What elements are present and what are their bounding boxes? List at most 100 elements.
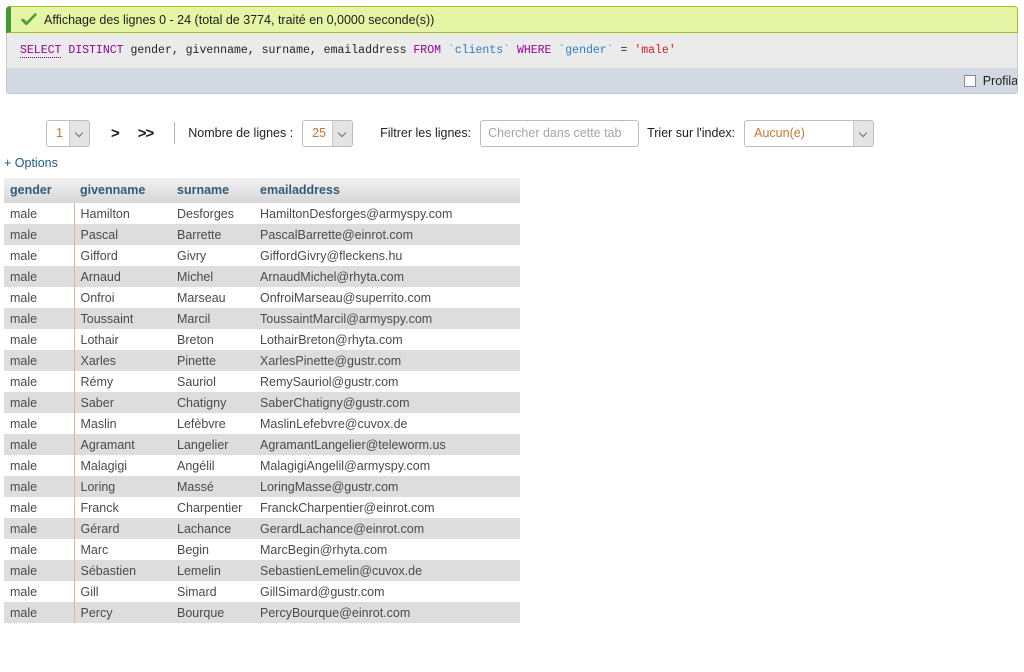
cell-emailaddress: MarcBegin@rhyta.com	[254, 539, 520, 560]
cell-givenname: Malagigi	[74, 455, 171, 476]
options-row: + Options	[0, 153, 1024, 178]
cell-givenname: Marc	[74, 539, 171, 560]
cell-gender: male	[4, 602, 75, 623]
table-body: male Hamilton Desforges HamiltonDesforges@a…	[4, 203, 520, 623]
cell-surname: Pinette	[171, 350, 254, 371]
cell-surname: Desforges	[171, 203, 254, 224]
table-row[interactable]: male Gill Simard GillSimard@gustr.com	[4, 581, 520, 602]
table-row[interactable]: male Franck Charpentier FranckCharpentier@e…	[4, 497, 520, 518]
column-header-givenname[interactable]: givenname	[74, 178, 171, 203]
sql-token: =	[613, 44, 635, 57]
cell-surname: Marcil	[171, 308, 254, 329]
cell-surname: Givry	[171, 245, 254, 266]
cell-emailaddress: SebastienLemelin@cuvox.de	[254, 560, 520, 581]
table-row[interactable]: male Onfroi Marseau OnfroiMarseau@superrito…	[4, 287, 520, 308]
table-row[interactable]: male Gifford Givry GiffordGivry@fleckens.hu	[4, 245, 520, 266]
cell-surname: Lemelin	[171, 560, 254, 581]
cell-surname: Begin	[171, 539, 254, 560]
cell-givenname: Agramant	[74, 434, 171, 455]
cell-givenname: Saber	[74, 392, 171, 413]
cell-givenname: Lothair	[74, 329, 171, 350]
toggle-options-link[interactable]: + Options	[4, 156, 58, 170]
cell-emailaddress: PascalBarrette@einrot.com	[254, 224, 520, 245]
table-row[interactable]: male Xarles Pinette XarlesPinette@gustr.com	[4, 350, 520, 371]
table-header-row: gender givenname surname emailaddress	[4, 178, 520, 203]
cell-givenname: Hamilton	[74, 203, 171, 224]
cell-gender: male	[4, 413, 75, 434]
table-row[interactable]: male Rémy Sauriol RemySauriol@gustr.com	[4, 371, 520, 392]
table-row[interactable]: male Lothair Breton LothairBreton@rhyta.com	[4, 329, 520, 350]
cell-givenname: Onfroi	[74, 287, 171, 308]
table-row[interactable]: male Agramant Langelier AgramantLangelier@t…	[4, 434, 520, 455]
table-row[interactable]: male Percy Bourque PercyBourque@einrot.com	[4, 602, 520, 623]
sort-index-select[interactable]: Aucun(e)	[744, 119, 875, 147]
sql-query-text[interactable]: SELECT DISTINCT gender, givenname, surna…	[20, 44, 676, 58]
column-header-gender[interactable]: gender	[4, 178, 74, 203]
filter-rows-input[interactable]	[480, 119, 640, 147]
table-row[interactable]: male Maslin Lefèbvre MaslinLefebvre@cuvox.d…	[4, 413, 520, 434]
cell-emailaddress: PercyBourque@einrot.com	[254, 602, 520, 623]
column-header-emailaddress[interactable]: emailaddress	[254, 178, 520, 203]
cell-surname: Barrette	[171, 224, 254, 245]
table-row[interactable]: male Malagigi Angélil MalagigiAngelil@armys…	[4, 455, 520, 476]
sql-token: WHERE	[516, 44, 552, 57]
cell-surname: Simard	[171, 581, 254, 602]
cell-gender: male	[4, 224, 75, 245]
query-result-banner: Affichage des lignes 0 - 24 (total de 37…	[6, 6, 1018, 33]
cell-gender: male	[4, 329, 75, 350]
cell-surname: Charpentier	[171, 497, 254, 518]
column-header-surname[interactable]: surname	[171, 178, 254, 203]
cell-givenname: Sébastien	[74, 560, 171, 581]
cell-emailaddress: SaberChatigny@gustr.com	[254, 392, 520, 413]
cell-gender: male	[4, 497, 75, 518]
cell-givenname: Gill	[74, 581, 171, 602]
sql-token: `gender`	[558, 44, 614, 57]
cell-emailaddress: GillSimard@gustr.com	[254, 581, 520, 602]
cell-gender: male	[4, 203, 75, 224]
sql-token: gender, givenname, surname, emailaddress	[123, 44, 414, 57]
results-toolbar: 1 > >> Nombre de lignes : 25 Filtrer les…	[0, 113, 1024, 153]
cell-gender: male	[4, 455, 75, 476]
table-row[interactable]: male Marc Begin MarcBegin@rhyta.com	[4, 539, 520, 560]
profiling-checkbox-wrapper[interactable]: Profilage [	[963, 74, 1017, 88]
chevron-down-icon[interactable]	[332, 120, 353, 146]
cell-gender: male	[4, 350, 75, 371]
sort-index-value: Aucun(e)	[754, 126, 805, 140]
cell-emailaddress: ToussaintMarcil@armyspy.com	[254, 308, 520, 329]
cell-surname: Lefèbvre	[171, 413, 254, 434]
results-table: gender givenname surname emailaddress male H…	[4, 178, 520, 623]
table-row[interactable]: male Pascal Barrette PascalBarrette@einrot.…	[4, 224, 520, 245]
cell-givenname: Gérard	[74, 518, 171, 539]
cell-surname: Langelier	[171, 434, 254, 455]
cell-emailaddress: ArnaudMichel@rhyta.com	[254, 266, 520, 287]
chevron-down-icon[interactable]	[68, 120, 89, 146]
cell-givenname: Franck	[74, 497, 171, 518]
cell-gender: male	[4, 287, 75, 308]
cell-givenname: Loring	[74, 476, 171, 497]
table-row[interactable]: male Arnaud Michel ArnaudMichel@rhyta.com	[4, 266, 520, 287]
sql-token: 'male'	[634, 44, 676, 57]
cell-emailaddress: LothairBreton@rhyta.com	[254, 329, 520, 350]
next-page-button[interactable]: >	[107, 126, 123, 141]
check-icon	[21, 12, 37, 25]
cell-givenname: Xarles	[74, 350, 171, 371]
table-row[interactable]: male Gérard Lachance GerardLachance@einrot.…	[4, 518, 520, 539]
table-row[interactable]: male Saber Chatigny SaberChatigny@gustr.com	[4, 392, 520, 413]
rows-per-page-select[interactable]: 25	[302, 119, 354, 147]
table-row[interactable]: male Toussaint Marcil ToussaintMarcil@armys…	[4, 308, 520, 329]
page-number-value: 1	[56, 126, 63, 140]
page-number-select[interactable]: 1	[46, 119, 90, 147]
cell-surname: Michel	[171, 266, 254, 287]
cell-surname: Angélil	[171, 455, 254, 476]
table-row[interactable]: male Loring Massé LoringMasse@gustr.com	[4, 476, 520, 497]
last-page-button[interactable]: >>	[134, 126, 158, 141]
cell-surname: Chatigny	[171, 392, 254, 413]
cell-gender: male	[4, 560, 75, 581]
rows-per-page-value: 25	[312, 126, 327, 140]
profiling-checkbox[interactable]	[963, 74, 976, 87]
table-row[interactable]: male Sébastien Lemelin SebastienLemelin@cuv…	[4, 560, 520, 581]
chevron-down-icon[interactable]	[853, 120, 874, 146]
table-row[interactable]: male Hamilton Desforges HamiltonDesforges@a…	[4, 203, 520, 224]
